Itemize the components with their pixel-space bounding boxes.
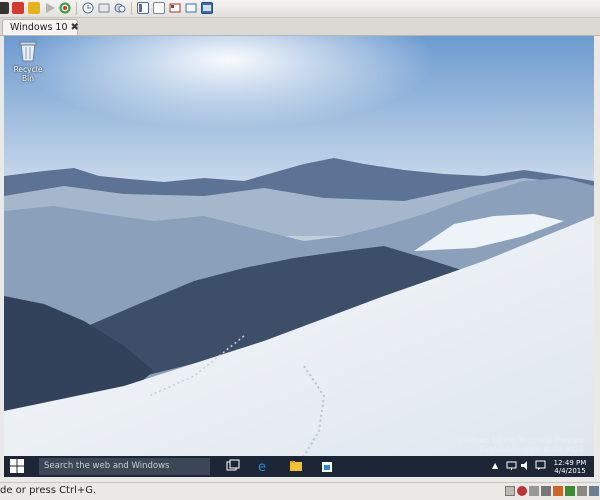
usb-icon[interactable]	[529, 486, 539, 496]
close-icon[interactable]: ✖	[71, 22, 79, 33]
toolbar-separator	[76, 2, 77, 15]
windows-start-icon[interactable]	[10, 459, 24, 473]
status-hint: de or press Ctrl+G.	[0, 485, 97, 496]
svg-text:e: e	[258, 460, 266, 473]
snapshot-manager-icon[interactable]	[114, 2, 126, 14]
action-center-icon[interactable]	[535, 460, 546, 471]
revert-snapshot-icon[interactable]	[98, 2, 110, 14]
toolbar-separator	[131, 2, 132, 15]
pause-icon[interactable]	[28, 2, 40, 14]
desktop-wallpaper	[4, 36, 594, 456]
watermark-line-2: Evaluation copy. Build 9926	[480, 445, 584, 454]
recycle-bin-label: Recycle Bin	[13, 65, 43, 83]
fullscreen-icon[interactable]	[185, 2, 197, 14]
taskbar-clock[interactable]: 12:49 PM 4/4/2015	[552, 459, 588, 475]
network-icon[interactable]	[506, 460, 517, 471]
clock-date: 4/4/2015	[554, 467, 586, 475]
task-view-icon[interactable]	[226, 459, 240, 473]
hard-disk-icon[interactable]	[505, 486, 515, 496]
recycle-bin-icon	[19, 41, 37, 62]
file-explorer-icon[interactable]	[289, 459, 303, 473]
watermark-line-1: Windows 10 Pro Technical Preview	[455, 436, 584, 445]
taskbar-search-box[interactable]: Search the web and Windows	[39, 458, 210, 475]
message-log-icon[interactable]	[577, 486, 587, 496]
library-view-icon[interactable]	[137, 2, 149, 14]
cd-rom-icon[interactable]	[517, 486, 527, 496]
unity-icon[interactable]	[201, 2, 213, 14]
power-off-icon[interactable]	[0, 2, 9, 14]
reset-icon[interactable]	[59, 2, 71, 14]
snapshot-icon[interactable]	[82, 2, 94, 14]
thumbnail-view-icon[interactable]	[169, 2, 181, 14]
tab-bar: Windows 10 ✖	[0, 18, 600, 36]
evaluation-watermark: Windows 10 Pro Technical Preview Evaluat…	[456, 436, 584, 454]
network-adapter-icon[interactable]	[553, 486, 563, 496]
vm-toolbar	[0, 0, 600, 18]
tab-windows-10[interactable]: Windows 10 ✖	[2, 19, 79, 35]
status-bar: de or press Ctrl+G.	[0, 482, 600, 500]
tray-overflow-icon[interactable]: ▲	[492, 462, 498, 470]
store-icon[interactable]	[320, 459, 334, 473]
guest-screen[interactable]: Recycle Bin Windows 10 Pro Technical Pre…	[4, 36, 594, 477]
volume-icon[interactable]	[520, 460, 531, 471]
vm-settings-icon[interactable]	[589, 486, 599, 496]
printer-icon[interactable]	[541, 486, 551, 496]
tab-label: Windows 10	[10, 22, 68, 33]
console-view-icon[interactable]	[153, 2, 165, 14]
clock-time: 12:49 PM	[553, 459, 587, 467]
play-icon[interactable]	[44, 2, 56, 14]
sound-card-icon[interactable]	[565, 486, 575, 496]
recycle-bin-shortcut[interactable]: Recycle Bin	[8, 40, 48, 83]
windows-taskbar: Search the web and Windows e ▲ 12:49 PM …	[4, 456, 594, 477]
internet-explorer-icon[interactable]: e	[257, 459, 271, 473]
stop-icon[interactable]	[12, 2, 24, 14]
